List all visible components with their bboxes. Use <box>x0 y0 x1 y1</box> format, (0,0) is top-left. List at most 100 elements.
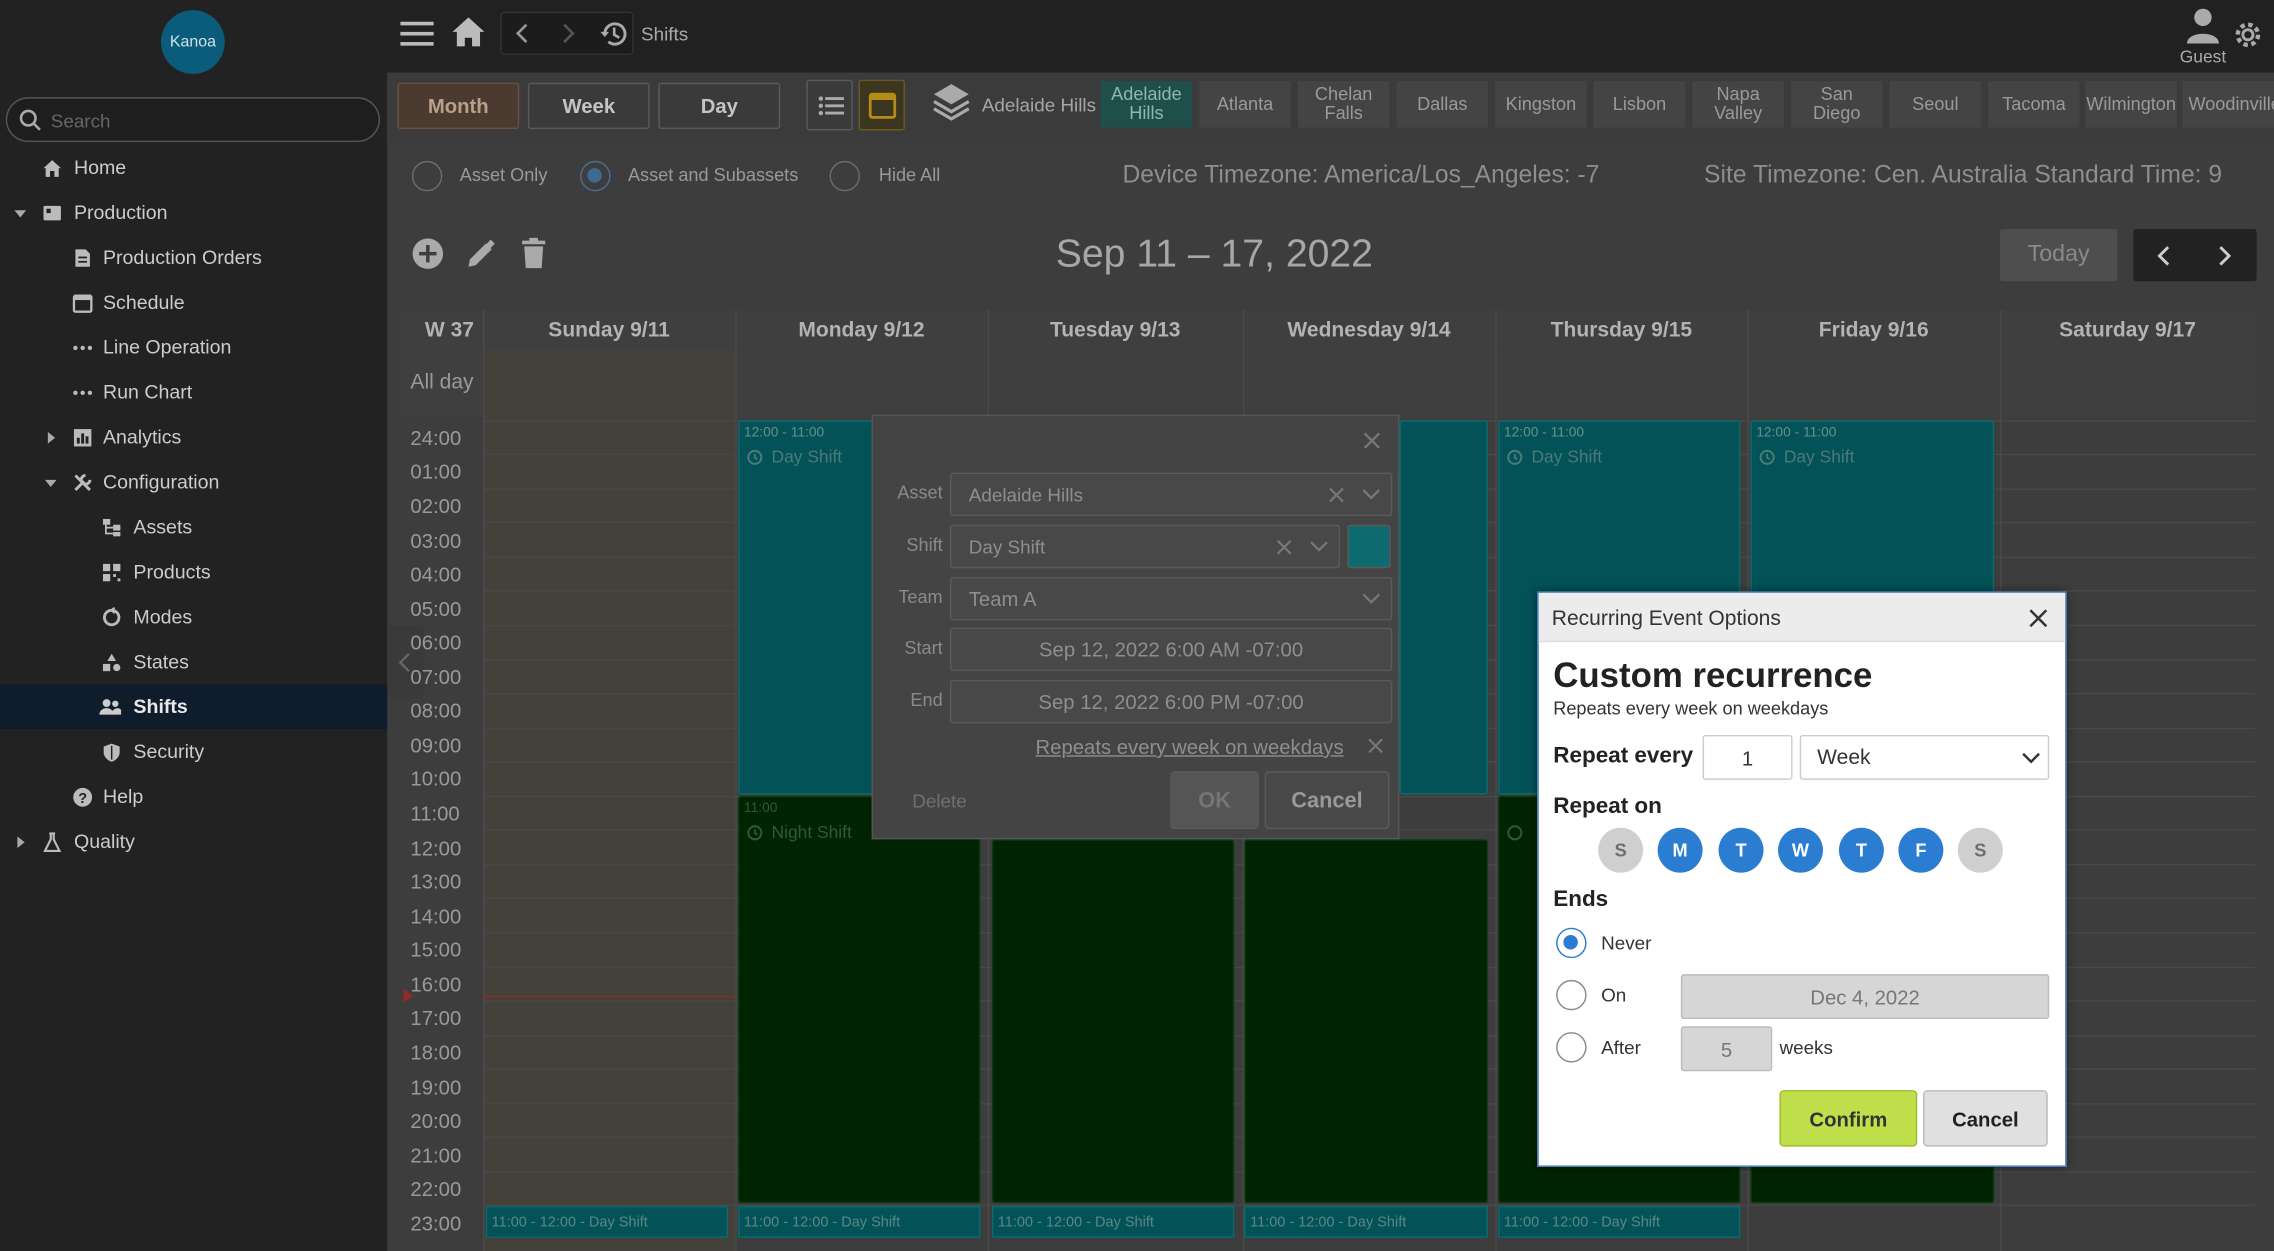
hour-label: 10:00 <box>410 766 462 791</box>
chevron-down-icon[interactable] <box>1362 593 1381 605</box>
radio-asset-and-subassets[interactable] <box>580 160 611 192</box>
layers-icon[interactable] <box>933 83 971 124</box>
ends-after-count-field[interactable]: 5 <box>1680 1026 1773 1072</box>
ends-on-radio[interactable] <box>1556 979 1587 1011</box>
end-datetime-field[interactable]: Sep 12, 2022 6:00 PM -07:00 <box>949 679 1393 724</box>
sidebar-item-modes[interactable]: Modes <box>0 594 387 639</box>
ends-never-radio[interactable] <box>1556 927 1587 959</box>
event-night-shift-monday[interactable]: 11:00 Night Shift <box>738 795 981 1204</box>
sidebar-item-help[interactable]: ? Help <box>0 774 387 819</box>
asset-select[interactable]: Adelaide Hills <box>949 472 1393 517</box>
site-tab-woodinville[interactable]: Woodinville <box>2182 81 2274 128</box>
sidebar-item-shifts[interactable]: Shifts <box>0 684 388 730</box>
event-night-shift-wednesday[interactable] <box>1244 839 1488 1204</box>
site-tab-napa-valley[interactable]: Napa Valley <box>1692 81 1784 128</box>
close-icon[interactable] <box>2029 609 2048 628</box>
event-day-shift-monday[interactable]: 12:00 - 11:00 Day Shift <box>738 420 874 795</box>
confirm-button[interactable]: Confirm <box>1779 1090 1918 1147</box>
ends-after-radio[interactable] <box>1556 1032 1587 1063</box>
forward-icon[interactable] <box>561 22 576 45</box>
event-bottom-tuesday[interactable]: 11:00 - 12:00 - Day Shift <box>991 1206 1235 1238</box>
today-button[interactable]: Today <box>1999 229 2118 282</box>
app-logo[interactable]: Kanoa <box>160 10 225 74</box>
next-week-button[interactable] <box>2195 229 2257 282</box>
event-bottom-sunday[interactable]: 11:00 - 12:00 - Day Shift <box>485 1206 729 1238</box>
recurrence-link[interactable]: Repeats every week on weekdays <box>1035 735 1343 758</box>
site-tab-chelan-falls[interactable]: Chelan Falls <box>1297 81 1390 128</box>
chevron-down-icon[interactable] <box>1362 489 1381 501</box>
event-bottom-thursday[interactable]: 11:00 - 12:00 - Day Shift <box>1498 1206 1741 1238</box>
start-datetime-field[interactable]: Sep 12, 2022 6:00 AM -07:00 <box>949 627 1393 672</box>
radio-asset-only[interactable] <box>411 160 443 192</box>
site-tab-atlanta[interactable]: Atlanta <box>1199 81 1291 128</box>
weekday-toggle-friday[interactable]: F <box>1898 827 1944 873</box>
add-event-icon[interactable] <box>412 238 444 270</box>
sidebar-item-states[interactable]: States <box>0 639 387 684</box>
sidebar-item-configuration[interactable]: Configuration <box>0 460 387 505</box>
weekday-toggle-wednesday[interactable]: W <box>1778 827 1823 873</box>
site-tab-lisbon[interactable]: Lisbon <box>1593 81 1686 128</box>
event-night-shift-tuesday[interactable] <box>991 839 1235 1204</box>
hamburger-icon[interactable] <box>400 19 435 48</box>
sidebar-item-label: Modes <box>133 605 193 628</box>
site-tab-san-diego[interactable]: San Diego <box>1791 81 1883 128</box>
view-day-button[interactable]: Day <box>658 82 781 130</box>
chevron-down-icon[interactable] <box>1310 541 1329 553</box>
search-input[interactable] <box>50 104 370 137</box>
site-tab-dallas[interactable]: Dallas <box>1396 81 1488 128</box>
remove-recurrence-icon[interactable] <box>1368 738 1384 754</box>
shift-select[interactable]: Day Shift <box>949 524 1341 569</box>
edit-icon[interactable] <box>466 239 496 269</box>
gear-icon[interactable] <box>2232 19 2264 51</box>
sidebar-item-security[interactable]: Security <box>0 729 387 774</box>
site-tab-wilmington[interactable]: Wilmington <box>2085 81 2177 128</box>
sidebar-item-assets[interactable]: Assets <box>0 504 387 549</box>
user-icon[interactable] <box>2184 6 2222 44</box>
site-tab-adelaide-hills[interactable]: Adelaide Hills <box>1100 81 1193 128</box>
trash-icon[interactable] <box>522 237 546 270</box>
hour-label: 13:00 <box>410 869 462 893</box>
hour-label: 14:00 <box>410 904 462 928</box>
back-icon[interactable] <box>515 22 530 45</box>
sidebar-item-production-orders[interactable]: Production Orders <box>0 235 387 280</box>
repeat-unit-select[interactable]: Week <box>1799 734 2050 780</box>
site-tab-tacoma[interactable]: Tacoma <box>1988 81 2080 128</box>
ends-on-date-field[interactable]: Dec 4, 2022 <box>1680 974 2050 1020</box>
event-bottom-monday[interactable]: 11:00 - 12:00 - Day Shift <box>738 1206 981 1238</box>
cancel-button[interactable]: Cancel <box>1923 1090 2048 1147</box>
weekday-toggle-tuesday[interactable]: T <box>1718 827 1764 873</box>
ok-button[interactable]: OK <box>1170 771 1259 830</box>
list-view-button[interactable] <box>806 79 853 131</box>
radio-hide-all[interactable] <box>829 160 861 192</box>
sidebar-item-production[interactable]: Production <box>0 190 387 235</box>
clear-icon[interactable] <box>1276 539 1292 555</box>
repeat-every-input[interactable]: 1 <box>1702 734 1793 780</box>
site-tab-kingston[interactable]: Kingston <box>1495 81 1587 128</box>
weekday-toggle-thursday[interactable]: T <box>1838 827 1884 873</box>
sidebar-item-analytics[interactable]: Analytics <box>0 415 387 460</box>
site-tab-seoul[interactable]: Seoul <box>1889 81 1982 128</box>
delete-button[interactable]: Delete <box>912 790 966 812</box>
close-icon[interactable] <box>1363 432 1381 449</box>
calendar-view-button[interactable] <box>858 79 905 131</box>
sidebar-item-home[interactable]: Home <box>0 145 387 190</box>
prev-week-button[interactable] <box>2133 229 2196 282</box>
sidebar-item-run-chart[interactable]: Run Chart <box>0 370 387 415</box>
event-day-shift-wednesday[interactable] <box>1399 420 1488 795</box>
team-select[interactable]: Team A <box>949 576 1393 621</box>
history-icon[interactable] <box>599 19 629 49</box>
event-bottom-wednesday[interactable]: 11:00 - 12:00 - Day Shift <box>1244 1206 1488 1238</box>
view-week-button[interactable]: Week <box>527 82 650 130</box>
weekday-toggle-monday[interactable]: M <box>1657 827 1703 873</box>
clear-icon[interactable] <box>1328 487 1344 503</box>
sidebar-item-quality[interactable]: Quality <box>0 819 387 864</box>
sidebar-item-schedule[interactable]: Schedule <box>0 280 387 325</box>
shift-color-swatch[interactable] <box>1347 524 1391 569</box>
home-icon[interactable] <box>451 14 486 49</box>
view-month-button[interactable]: Month <box>397 82 520 130</box>
sidebar-item-line-operation[interactable]: Line Operation <box>0 325 387 370</box>
weekday-toggle-sunday[interactable]: S <box>1598 827 1644 873</box>
sidebar-item-products[interactable]: Products <box>0 549 387 594</box>
weekday-toggle-saturday[interactable]: S <box>1957 827 2003 873</box>
cancel-button[interactable]: Cancel <box>1264 771 1390 830</box>
